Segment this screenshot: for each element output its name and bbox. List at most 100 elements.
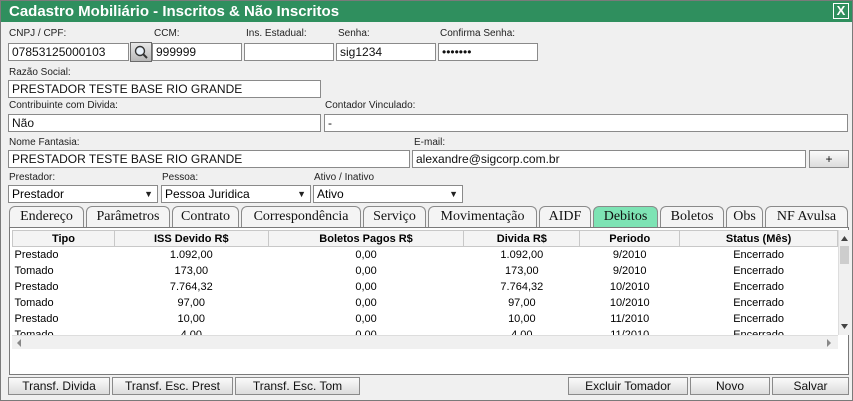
scroll-thumb[interactable] (840, 246, 849, 264)
table-row[interactable]: Prestado 7.764,32 0,00 7.764,32 10/2010 … (13, 279, 838, 295)
confirma-senha-input[interactable]: ••••••• (438, 43, 538, 61)
prestador-select-value: Prestador (12, 187, 65, 201)
contribuinte-divida-input[interactable]: Não (8, 114, 321, 132)
tab-debitos[interactable]: Debitos (593, 206, 658, 227)
cell-iss-devido: 4,00 (180, 328, 202, 336)
cell-periodo: 11/2010 (610, 312, 650, 325)
cell-status: Encerrado (733, 264, 784, 277)
novo-button[interactable]: Novo (690, 377, 770, 395)
ativo-select[interactable]: Ativo ▼ (313, 185, 463, 203)
senha-input[interactable]: sig1234 (336, 43, 436, 61)
cell-divida: 7.764,32 (500, 280, 544, 293)
scroll-down-icon[interactable] (839, 322, 850, 332)
transf-esc-prest-button[interactable]: Transf. Esc. Prest (112, 377, 233, 395)
tab-servico[interactable]: Serviço (363, 206, 426, 227)
add-email-button[interactable]: + (809, 150, 849, 168)
pessoa-label: Pessoa: (162, 172, 199, 183)
debitos-grid: Tipo ISS Devido R$ Boletos Pagos R$ Divi… (12, 230, 838, 335)
horizontal-scrollbar[interactable] (12, 335, 838, 349)
cell-boletos-pagos: 0,00 (355, 264, 377, 277)
ativo-select-value: Ativo (317, 187, 344, 201)
table-row[interactable]: Tomado 97,00 0,00 97,00 10/2010 Encerrad… (13, 295, 838, 311)
col-boletos-pagos[interactable]: Boletos Pagos R$ (267, 230, 465, 247)
razao-social-label: Razão Social: (9, 67, 71, 78)
pessoa-select-value: Pessoa Juridica (165, 187, 250, 201)
tab-obs[interactable]: Obs (726, 206, 763, 227)
cnpj-label: CNPJ / CPF: (9, 28, 67, 39)
scroll-left-icon[interactable] (14, 337, 24, 349)
cell-status: Encerrado (733, 248, 784, 261)
search-button[interactable] (130, 42, 152, 62)
col-divida[interactable]: Divida R$ (463, 230, 581, 247)
cell-tipo: Tomado (14, 296, 54, 309)
prestador-select[interactable]: Prestador ▼ (8, 185, 158, 203)
salvar-button[interactable]: Salvar (772, 377, 849, 395)
cell-tipo: Tomado (14, 328, 54, 336)
excluir-tomador-button[interactable]: Excluir Tomador (568, 377, 688, 395)
col-tipo[interactable]: Tipo (12, 230, 115, 247)
debitos-table: Tipo ISS Devido R$ Boletos Pagos R$ Divi… (12, 230, 838, 335)
tab-boletos[interactable]: Boletos (660, 206, 724, 227)
table-header-row: Tipo ISS Devido R$ Boletos Pagos R$ Divi… (12, 230, 838, 247)
tab-endereco[interactable]: Endereço (9, 206, 84, 227)
cell-boletos-pagos: 0,00 (355, 328, 377, 336)
scroll-up-icon[interactable] (839, 233, 850, 243)
cell-status: Encerrado (733, 312, 784, 325)
cell-divida: 97,00 (508, 296, 536, 309)
transf-divida-button[interactable]: Transf. Divida (8, 377, 110, 395)
cadastro-window: Cadastro Mobiliário - Inscritos & Não In… (0, 0, 853, 401)
tab-correspondencia[interactable]: Correspondência (241, 206, 361, 227)
table-row[interactable]: Prestado 1.092,00 0,00 1.092,00 9/2010 E… (13, 247, 838, 263)
col-iss-devido[interactable]: ISS Devido R$ (113, 230, 269, 247)
cell-boletos-pagos: 0,00 (355, 312, 377, 325)
pessoa-select[interactable]: Pessoa Juridica ▼ (161, 185, 311, 203)
cell-boletos-pagos: 0,00 (355, 248, 377, 261)
cell-status: Encerrado (733, 328, 784, 336)
search-icon (134, 45, 148, 59)
cell-iss-devido: 1.092,00 (169, 248, 213, 261)
table-row[interactable]: Prestado 10,00 0,00 10,00 11/2010 Encerr… (13, 311, 838, 327)
cnpj-input[interactable]: 07853125000103 (8, 43, 129, 61)
razao-social-input[interactable]: PRESTADOR TESTE BASE RIO GRANDE (8, 80, 321, 98)
scroll-right-icon[interactable] (824, 337, 834, 349)
tab-aidf[interactable]: AIDF (539, 206, 591, 227)
col-status[interactable]: Status (Mês) (679, 230, 838, 247)
prestador-label: Prestador: (9, 172, 56, 183)
email-input[interactable]: alexandre@sigcorp.com.br (412, 150, 806, 168)
cell-iss-devido: 10,00 (177, 312, 206, 325)
vertical-scrollbar[interactable] (838, 230, 849, 335)
chevron-down-icon: ▼ (297, 189, 306, 199)
debitos-panel: Tipo ISS Devido R$ Boletos Pagos R$ Divi… (9, 227, 849, 375)
ccm-label: CCM: (154, 28, 180, 39)
contribuinte-divida-label: Contribuinte com Divida: (9, 100, 118, 111)
table-row[interactable]: Tomado 4,00 0,00 4,00 11/2010 Encerrado (13, 327, 838, 336)
table-row[interactable]: Tomado 173,00 0,00 173,00 9/2010 Encerra… (13, 263, 838, 279)
email-label: E-mail: (414, 137, 446, 148)
tab-parametros[interactable]: Parâmetros (86, 206, 170, 227)
cell-periodo: 10/2010 (609, 296, 650, 309)
senha-label: Senha: (338, 28, 370, 39)
tab-contrato[interactable]: Contrato (172, 206, 239, 227)
cell-status: Encerrado (733, 280, 784, 293)
cell-divida: 10,00 (508, 312, 536, 325)
tab-nf-avulsa[interactable]: NF Avulsa (765, 206, 848, 227)
cell-periodo: 9/2010 (612, 248, 647, 261)
ccm-input[interactable]: 999999 (152, 43, 242, 61)
nome-fantasia-input[interactable]: PRESTADOR TESTE BASE RIO GRANDE (8, 150, 410, 168)
col-periodo[interactable]: Periodo (579, 230, 681, 247)
close-icon[interactable]: X (833, 3, 849, 19)
nome-fantasia-label: Nome Fantasia: (9, 137, 80, 148)
window-title: Cadastro Mobiliário - Inscritos & Não In… (9, 3, 340, 20)
title-bar: Cadastro Mobiliário - Inscritos & Não In… (1, 1, 852, 22)
cell-tipo: Prestado (14, 248, 59, 261)
ins-estadual-label: Ins. Estadual: (246, 28, 307, 39)
tab-movimentacao[interactable]: Movimentação (428, 206, 537, 227)
cell-iss-devido: 97,00 (177, 296, 206, 309)
transf-esc-tom-button[interactable]: Transf. Esc. Tom (235, 377, 360, 395)
cell-divida: 173,00 (505, 264, 539, 277)
confirma-senha-label: Confirma Senha: (440, 28, 516, 39)
ins-estadual-input[interactable] (244, 43, 334, 61)
contador-vinculado-input[interactable]: - (324, 114, 848, 132)
cell-tipo: Prestado (14, 312, 59, 325)
cell-iss-devido: 7.764,32 (169, 280, 213, 293)
